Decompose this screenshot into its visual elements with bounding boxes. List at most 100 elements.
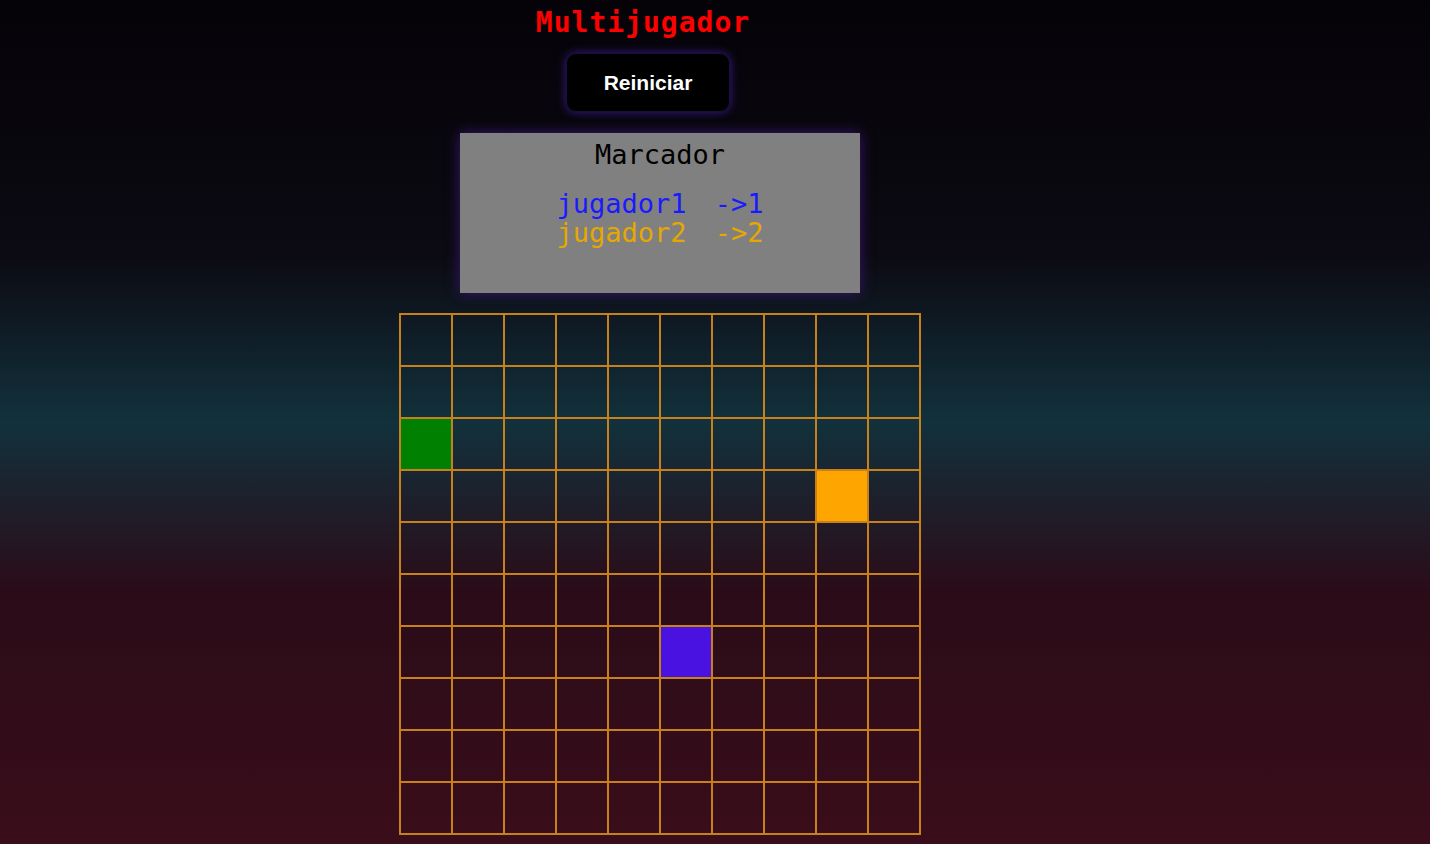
board-cell [869, 783, 921, 835]
board-cell [557, 679, 609, 731]
board-cell [401, 419, 453, 471]
board-cell [557, 783, 609, 835]
board-cell [505, 419, 557, 471]
board-cell [505, 783, 557, 835]
board-cell [401, 679, 453, 731]
board-cell [453, 731, 505, 783]
player-name: jugador2 [557, 218, 687, 247]
board-cell [661, 679, 713, 731]
board-cell [505, 471, 557, 523]
board-cell [609, 523, 661, 575]
board-cell [765, 367, 817, 419]
board-cell [765, 627, 817, 679]
board-cell [713, 523, 765, 575]
board-cell [869, 471, 921, 523]
board-cell [817, 367, 869, 419]
board-cell [713, 575, 765, 627]
board-cell [661, 783, 713, 835]
score-row: jugador2 ->2 [557, 218, 764, 247]
board-cell [765, 731, 817, 783]
score-row: jugador1->1 [557, 189, 764, 218]
board-cell [817, 627, 869, 679]
board-cell [661, 523, 713, 575]
board-cell [713, 783, 765, 835]
board-cell [401, 783, 453, 835]
board-cell [869, 627, 921, 679]
board-cell [661, 367, 713, 419]
board-cell [817, 783, 869, 835]
board-cell [453, 783, 505, 835]
board-cell [453, 627, 505, 679]
board-cell [557, 627, 609, 679]
board-cell [661, 731, 713, 783]
board-cell [557, 367, 609, 419]
board-cell [661, 627, 713, 679]
game-page: Multijugador Reiniciar Marcador jugador1… [400, 0, 920, 835]
board-cell [453, 315, 505, 367]
board-cell [765, 471, 817, 523]
board-cell [609, 731, 661, 783]
scoreboard: Marcador jugador1->1jugador2 ->2 [460, 133, 860, 293]
board-cell [609, 315, 661, 367]
board-cell [713, 627, 765, 679]
board-cell [869, 367, 921, 419]
board-cell [765, 315, 817, 367]
board-cell [557, 471, 609, 523]
board-cell [505, 367, 557, 419]
board-cell [817, 731, 869, 783]
board-cell [869, 315, 921, 367]
scoreboard-title: Marcador [595, 137, 725, 173]
board-cell [505, 731, 557, 783]
score-list: jugador1->1jugador2 ->2 [557, 189, 764, 247]
board-cell [505, 627, 557, 679]
board-cell [713, 315, 765, 367]
board-cell [765, 679, 817, 731]
board-cell [713, 471, 765, 523]
player-score: ->1 [715, 189, 764, 218]
board-cell [817, 679, 869, 731]
board-cell [609, 627, 661, 679]
board-cell [765, 419, 817, 471]
board-cell [817, 315, 869, 367]
player-score: ->2 [715, 218, 764, 247]
board-cell [817, 419, 869, 471]
game-board [399, 313, 921, 835]
board-cell [453, 367, 505, 419]
board-cell [661, 471, 713, 523]
board-cell [713, 367, 765, 419]
board-cell [869, 731, 921, 783]
board-cell [557, 523, 609, 575]
board-cell [869, 575, 921, 627]
board-cell [505, 315, 557, 367]
board-cell [453, 575, 505, 627]
board-cell [453, 679, 505, 731]
board-cell [401, 471, 453, 523]
board-cell [661, 575, 713, 627]
board-cell [609, 679, 661, 731]
board-cell [401, 575, 453, 627]
board-cell [609, 471, 661, 523]
board-cell [401, 627, 453, 679]
board-cell [401, 367, 453, 419]
board-cell [609, 783, 661, 835]
board-cell [817, 471, 869, 523]
board-cell [401, 315, 453, 367]
restart-button[interactable]: Reiniciar [566, 53, 730, 112]
board-cell [453, 471, 505, 523]
board-cell [505, 679, 557, 731]
board-cell [505, 523, 557, 575]
board-cell [505, 575, 557, 627]
board-cell [661, 419, 713, 471]
board-cell [869, 419, 921, 471]
board-cell [713, 419, 765, 471]
board-cell [557, 575, 609, 627]
board-cell [401, 523, 453, 575]
board-cell [557, 731, 609, 783]
board-cell [661, 315, 713, 367]
board-cell [713, 731, 765, 783]
board-cell [765, 783, 817, 835]
board-cell [765, 575, 817, 627]
board-cell [609, 575, 661, 627]
board-cell [557, 315, 609, 367]
board-cell [869, 679, 921, 731]
